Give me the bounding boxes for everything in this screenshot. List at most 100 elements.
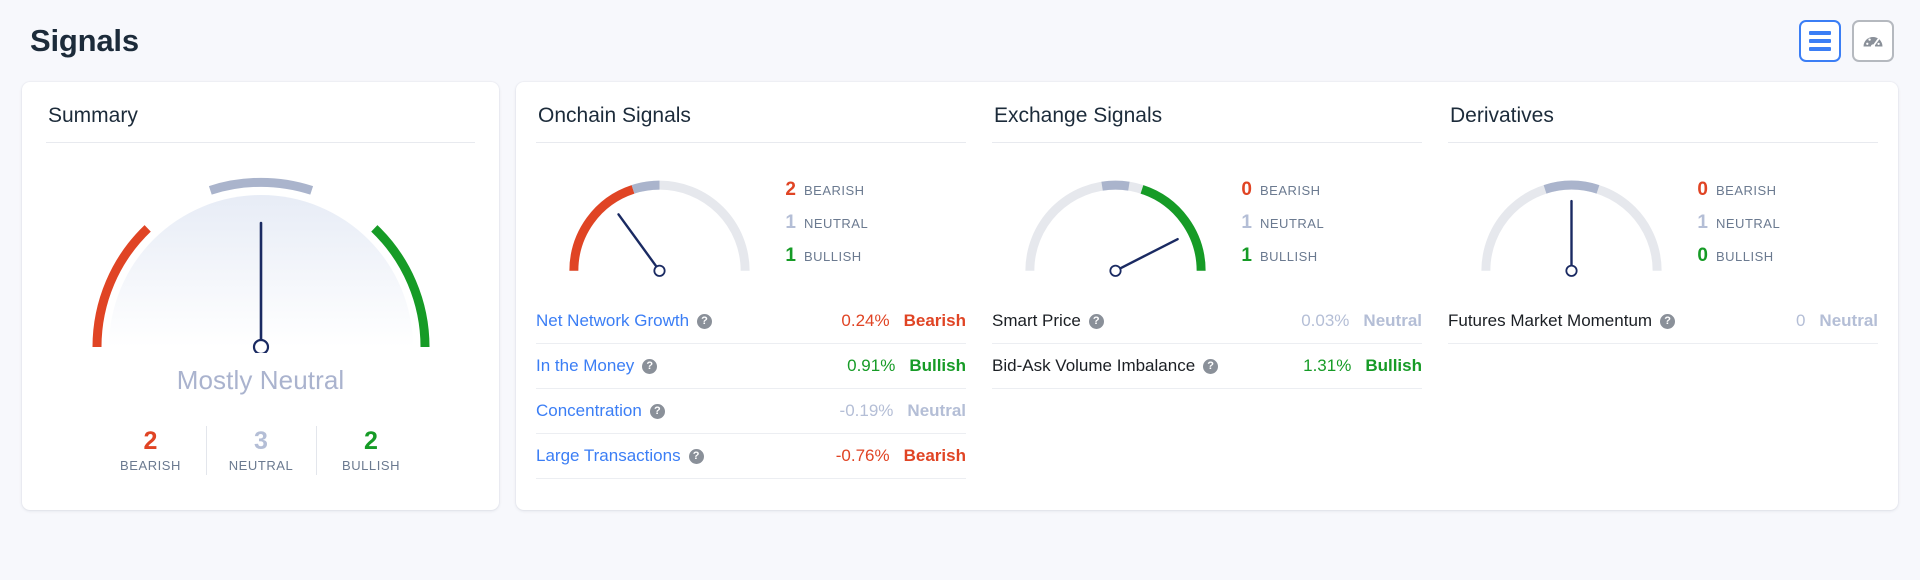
count-value: 1 xyxy=(785,245,796,266)
count-bearish: 0 BEARISH xyxy=(1241,179,1324,201)
signal-row: Futures Market Momentum? 0 Neutral xyxy=(1448,299,1878,344)
signal-name[interactable]: Large Transactions xyxy=(536,446,681,466)
count-label: BEARISH xyxy=(804,183,865,198)
panel-title: Exchange Signals xyxy=(994,104,1163,127)
panel-gauge-row: 2 BEARISH 1 NEUTRAL 1 BULLISH xyxy=(536,159,966,289)
panel-divider xyxy=(992,142,1422,143)
help-icon[interactable]: ? xyxy=(642,358,658,374)
signal-rows: Net Network Growth? 0.24% Bearish In the Mo… xyxy=(536,299,966,479)
count-bullish: 1 BULLISH xyxy=(1241,245,1324,267)
summary-bearish-label: BEARISH xyxy=(120,458,181,474)
count-bullish: 0 BULLISH xyxy=(1697,245,1780,267)
count-neutral: 1 NEUTRAL xyxy=(785,212,868,234)
count-value: 0 xyxy=(1697,245,1708,266)
signal-row[interactable]: Concentration? -0.19% Neutral xyxy=(536,389,966,434)
panel-counts: 0 BEARISH 1 NEUTRAL 0 BULLISH xyxy=(1697,159,1780,278)
signal-value: -0.76% xyxy=(835,446,890,465)
panel-gauge xyxy=(1454,159,1689,281)
summary-title: Summary xyxy=(48,104,138,127)
panel-gauge-row: 0 BEARISH 1 NEUTRAL 1 BULLISH xyxy=(992,159,1422,289)
panel-counts: 0 BEARISH 1 NEUTRAL 1 BULLISH xyxy=(1241,159,1324,278)
summary-verdict: Mostly Neutral xyxy=(176,365,345,395)
count-bearish: 0 BEARISH xyxy=(1697,179,1780,201)
count-label: NEUTRAL xyxy=(1716,216,1781,231)
help-icon[interactable]: ? xyxy=(697,313,713,329)
signals-card: Onchain Signals 2 BEARISH 1 NEUTRAL 1 BULLISH N… xyxy=(516,82,1898,510)
signal-value: 0 xyxy=(1795,311,1806,330)
signal-name[interactable]: In the Money xyxy=(536,356,634,376)
panel-counts: 2 BEARISH 1 NEUTRAL 1 BULLISH xyxy=(785,159,868,278)
signal-verdict: Bearish xyxy=(903,446,966,465)
signal-rows: Futures Market Momentum? 0 Neutral xyxy=(1448,299,1878,344)
count-label: NEUTRAL xyxy=(1260,216,1325,231)
signal-row[interactable]: Large Transactions? -0.76% Bearish xyxy=(536,434,966,479)
signal-verdict: Bearish xyxy=(903,311,966,330)
signal-row: Bid-Ask Volume Imbalance? 1.31% Bullish xyxy=(992,344,1422,389)
panel-gauge xyxy=(998,159,1233,281)
signal-row[interactable]: Net Network Growth? 0.24% Bearish xyxy=(536,299,966,344)
signal-value: 0.24% xyxy=(841,311,890,330)
cards-row: Summary Mostly Neutral 2 BEARISH 3 NEUTR… xyxy=(0,82,1920,510)
view-toggle-group xyxy=(1799,20,1894,62)
help-icon[interactable]: ? xyxy=(1088,313,1104,329)
help-icon[interactable]: ? xyxy=(1203,358,1219,374)
help-icon[interactable]: ? xyxy=(649,403,665,419)
signal-verdict: Neutral xyxy=(907,401,966,420)
summary-neutral-count: 3 xyxy=(254,427,268,455)
signal-value: 0.91% xyxy=(847,356,896,375)
signal-name: Smart Price xyxy=(992,311,1081,330)
summary-bullish-label: BULLISH xyxy=(341,458,401,474)
list-icon xyxy=(1809,31,1831,51)
count-label: BULLISH xyxy=(1716,249,1774,264)
page-title: Signals xyxy=(30,23,139,58)
count-label: BEARISH xyxy=(1260,183,1321,198)
signal-value: -0.19% xyxy=(839,401,894,420)
count-value: 0 xyxy=(1697,179,1708,200)
summary-divider xyxy=(46,142,475,143)
count-value: 1 xyxy=(1241,245,1252,266)
summary-stat-bullish: 2 BULLISH xyxy=(315,426,426,476)
panel-gauge xyxy=(542,159,777,281)
help-icon[interactable]: ? xyxy=(1660,313,1676,329)
signal-row[interactable]: In the Money? 0.91% Bullish xyxy=(536,344,966,389)
count-value: 1 xyxy=(1241,212,1252,233)
count-label: BULLISH xyxy=(804,249,862,264)
summary-stats: 2 BEARISH 3 NEUTRAL 2 BULLISH xyxy=(46,426,475,476)
page-header: Signals xyxy=(0,0,1920,82)
gauge-icon xyxy=(1863,37,1883,49)
signal-name: Bid-Ask Volume Imbalance xyxy=(992,356,1196,375)
list-view-button[interactable] xyxy=(1799,20,1841,62)
signal-value: 1.31% xyxy=(1303,356,1352,375)
count-bullish: 1 BULLISH xyxy=(785,245,868,267)
help-icon[interactable]: ? xyxy=(688,448,704,464)
gauge-view-button[interactable] xyxy=(1852,20,1894,62)
panel-divider xyxy=(1448,142,1878,143)
signal-verdict: Neutral xyxy=(1819,311,1878,330)
summary-stat-neutral: 3 NEUTRAL xyxy=(205,426,316,476)
count-value: 0 xyxy=(1241,179,1252,200)
signal-rows: Smart Price? 0.03% Neutral Bid-Ask Volume I… xyxy=(992,299,1422,389)
signal-verdict: Bullish xyxy=(909,356,966,375)
signal-panel: Exchange Signals 0 BEARISH 1 NEUTRAL 1 BULLISH… xyxy=(992,104,1422,510)
summary-bearish-count: 2 xyxy=(143,427,158,455)
signal-verdict: Bullish xyxy=(1365,356,1422,375)
count-neutral: 1 NEUTRAL xyxy=(1697,212,1780,234)
count-value: 1 xyxy=(785,212,796,233)
signal-row: Smart Price? 0.03% Neutral xyxy=(992,299,1422,344)
signal-panel: Onchain Signals 2 BEARISH 1 NEUTRAL 1 BULLISH N… xyxy=(536,104,966,510)
count-label: BEARISH xyxy=(1716,183,1777,198)
signal-name[interactable]: Net Network Growth xyxy=(536,311,689,331)
summary-card: Summary Mostly Neutral 2 BEARISH 3 NEUTR… xyxy=(22,82,499,510)
signal-name: Futures Market Momentum xyxy=(1448,311,1653,330)
count-neutral: 1 NEUTRAL xyxy=(1241,212,1324,234)
summary-bullish-count: 2 xyxy=(364,427,378,455)
count-label: NEUTRAL xyxy=(804,216,869,231)
signal-panel: Derivatives 0 BEARISH 1 NEUTRAL 0 BULLISH Futur… xyxy=(1448,104,1878,510)
count-value: 2 xyxy=(785,179,796,200)
panel-title: Derivatives xyxy=(1450,104,1554,127)
count-bearish: 2 BEARISH xyxy=(785,179,868,201)
count-value: 1 xyxy=(1697,212,1708,233)
count-label: BULLISH xyxy=(1260,249,1318,264)
panel-title: Onchain Signals xyxy=(538,104,691,127)
signal-name[interactable]: Concentration xyxy=(536,401,642,421)
